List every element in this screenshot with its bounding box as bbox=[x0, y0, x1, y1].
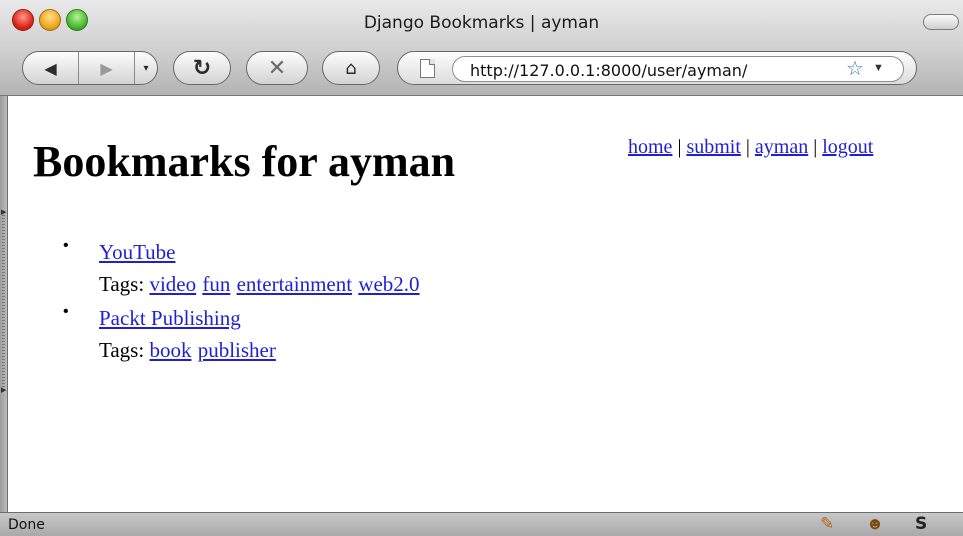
tag-link[interactable]: book bbox=[149, 338, 191, 362]
page-title: Bookmarks for ayman bbox=[33, 137, 456, 186]
navigation-toolbar: ◀ ▶ ▾ ↻ ✕ ⌂ http://127.0.0.1:8000/user/a… bbox=[0, 44, 963, 96]
nav-link-home[interactable]: home bbox=[628, 136, 672, 158]
top-navigation: home | submit | ayman | logout bbox=[628, 136, 873, 159]
forward-arrow-icon: ▶ bbox=[100, 58, 113, 78]
bookmark-link[interactable]: YouTube bbox=[99, 240, 175, 264]
chevron-down-icon: ▾ bbox=[143, 62, 149, 74]
status-text: Done bbox=[8, 517, 45, 533]
bookmark-link[interactable]: Packt Publishing bbox=[99, 306, 241, 330]
bookmark-tags: Tags: video fun entertainment web2.0 bbox=[99, 268, 421, 300]
status-bar: Done ✎ ☻ S bbox=[0, 512, 963, 536]
grip-arrow-icon: ▶ bbox=[1, 209, 7, 216]
window-left-edge: ▶ ▶ bbox=[0, 96, 8, 512]
tag-link[interactable]: publisher bbox=[198, 338, 276, 362]
nav-link-user[interactable]: ayman bbox=[755, 136, 808, 158]
url-dropdown-icon[interactable]: ▼ bbox=[873, 62, 884, 74]
forward-button[interactable]: ▶ bbox=[79, 52, 135, 84]
reload-button[interactable]: ↻ bbox=[173, 51, 231, 85]
stop-icon: ✕ bbox=[267, 55, 287, 81]
bookmark-star-icon[interactable]: ☆ bbox=[846, 58, 864, 80]
page-icon bbox=[420, 59, 435, 78]
home-button[interactable]: ⌂ bbox=[322, 51, 380, 85]
toolbar-toggle-button[interactable] bbox=[923, 14, 959, 30]
nav-separator: | bbox=[745, 136, 750, 158]
grip-arrow-icon: ▶ bbox=[1, 387, 7, 394]
nav-separator: | bbox=[813, 136, 818, 158]
bullet-icon: • bbox=[63, 237, 69, 254]
back-button[interactable]: ◀ bbox=[23, 52, 79, 84]
reload-icon: ↻ bbox=[192, 55, 212, 81]
page-content: Bookmarks for ayman home | submit | ayma… bbox=[9, 96, 963, 512]
back-arrow-icon: ◀ bbox=[44, 58, 57, 78]
url-bar: http://127.0.0.1:8000/user/ayman/ ☆ ▼ bbox=[397, 51, 917, 85]
title-bar: Django Bookmarks | ayman bbox=[0, 0, 963, 44]
history-dropdown-button[interactable]: ▾ bbox=[135, 52, 157, 84]
stumbleupon-icon[interactable]: S bbox=[915, 514, 927, 534]
window-title: Django Bookmarks | ayman bbox=[363, 13, 600, 33]
nav-link-logout[interactable]: logout bbox=[822, 136, 873, 158]
greasemonkey-icon[interactable]: ☻ bbox=[866, 514, 884, 534]
home-icon: ⌂ bbox=[345, 57, 357, 79]
bookmark-tags: Tags: book publisher bbox=[99, 334, 421, 366]
firebug-icon[interactable]: ✎ bbox=[820, 514, 834, 534]
tag-link[interactable]: fun bbox=[202, 272, 230, 296]
nav-separator: | bbox=[677, 136, 682, 158]
address-text: http://127.0.0.1:8000/user/ayman/ bbox=[470, 61, 748, 80]
tag-link[interactable]: entertainment bbox=[237, 272, 352, 296]
address-input[interactable]: http://127.0.0.1:8000/user/ayman/ ☆ ▼ bbox=[452, 56, 904, 82]
bookmark-list: • YouTube Tags: video fun entertainment … bbox=[63, 236, 421, 368]
tag-link[interactable]: web2.0 bbox=[358, 272, 419, 296]
tags-label: Tags: bbox=[99, 338, 145, 362]
bullet-icon: • bbox=[63, 303, 69, 320]
tag-link[interactable]: video bbox=[149, 272, 196, 296]
bookmark-item: • YouTube Tags: video fun entertainment … bbox=[63, 236, 421, 300]
resize-grip[interactable] bbox=[2, 212, 5, 392]
nav-link-submit[interactable]: submit bbox=[686, 136, 740, 158]
tags-label: Tags: bbox=[99, 272, 145, 296]
bookmark-item: • Packt Publishing Tags: book publisher bbox=[63, 302, 421, 366]
stop-button[interactable]: ✕ bbox=[246, 51, 308, 85]
back-forward-group: ◀ ▶ ▾ bbox=[22, 51, 158, 85]
